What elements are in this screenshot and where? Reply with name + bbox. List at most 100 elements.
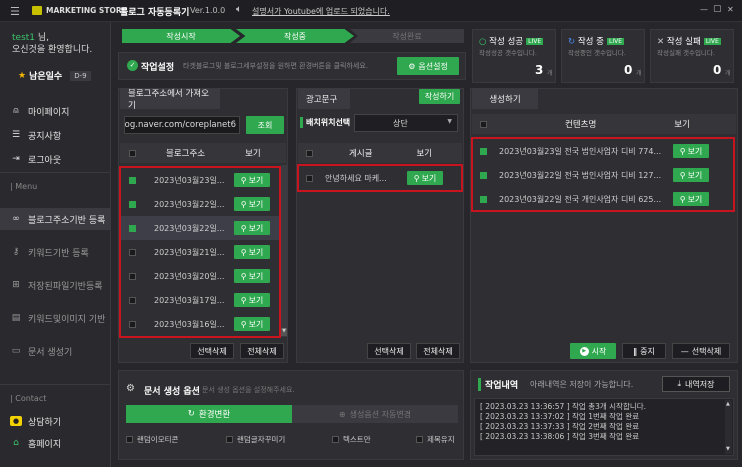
live-badge: LIVE <box>607 38 625 45</box>
view-button[interactable]: ⚲ 보기 <box>407 171 443 185</box>
position-dropdown[interactable]: 상단 ▼ <box>354 114 458 132</box>
sidebar-item-blog-address[interactable]: ∞ 블로그주소기반 등록 <box>0 208 111 230</box>
generate-delete-selected-button[interactable]: — 선택삭제 <box>672 343 730 359</box>
sidebar-item-homepage[interactable]: ⌂ 홈페이지 <box>0 432 111 454</box>
logo-icon <box>32 6 42 15</box>
checkbox[interactable] <box>226 436 233 443</box>
tab-env-convert[interactable]: ↻ 환경변환 <box>126 405 292 423</box>
stat-in-progress: ↻ 작성 중 LIVE 작성중인 갯수입니다. 0 개 <box>561 29 645 83</box>
row-checkbox[interactable] <box>306 174 313 182</box>
brand-label: MARKETING STORE <box>46 6 127 15</box>
ad-delete-all-button[interactable]: 전체삭제 <box>416 343 460 359</box>
maximize-icon[interactable]: ▢ <box>713 4 722 14</box>
row-checkbox[interactable] <box>129 296 136 304</box>
table-row[interactable]: 2023년03월22일... ⚲ 보기 <box>120 192 280 216</box>
select-all-checkbox[interactable] <box>480 120 487 128</box>
checkbox[interactable] <box>332 436 339 443</box>
select-all-checkbox[interactable] <box>306 149 313 157</box>
row-checkbox[interactable] <box>129 248 136 256</box>
table-row[interactable]: 2023년03월21일... ⚲ 보기 <box>120 240 280 264</box>
stop-button[interactable]: ‖ 중지 <box>622 343 666 359</box>
contact-header: | Contact <box>10 394 47 403</box>
env-tab-label: 환경변환 <box>198 410 231 420</box>
blog-url-input[interactable]: og.naver.com/coreplanet6 <box>124 116 240 134</box>
table-row[interactable]: 2023년03월22일 전국 법인사업자 디비 127... ⚲ 보기 <box>472 163 734 187</box>
view-button[interactable]: ⚲ 보기 <box>234 317 270 331</box>
tab-generate[interactable]: 생성하기 <box>472 89 538 109</box>
step-complete: 작성완료 <box>350 29 464 43</box>
table-row[interactable]: 2023년03월17일... ⚲ 보기 <box>120 288 280 312</box>
tab-auto-change[interactable]: ⊕ 생성옵션 자동변경 <box>292 405 458 423</box>
divider <box>0 384 111 385</box>
sidebar-item-notice[interactable]: ☰ 공지사항 <box>0 124 111 146</box>
view-button[interactable]: ⚲ 보기 <box>673 168 709 182</box>
table-row[interactable]: 2023년03월22일 전국 개인사업자 디비 625... ⚲ 보기 <box>472 187 734 211</box>
save-log-button[interactable]: ⤓ 내역저장 <box>662 376 730 392</box>
table-row[interactable]: 안녕하세요 마케... ⚲ 보기 <box>298 166 462 190</box>
scrollbar[interactable] <box>281 165 287 337</box>
search-icon: ⚲ <box>240 247 247 257</box>
search-button[interactable]: 조회 <box>246 116 284 134</box>
view-button[interactable]: ⚲ 보기 <box>673 192 709 206</box>
minimize-icon[interactable]: — <box>700 5 708 14</box>
sidebar-item-doc-generator[interactable]: ▭ 문서 생성기 <box>0 340 111 362</box>
row-checkbox[interactable] <box>129 200 136 208</box>
start-button[interactable]: ▶ 시작 <box>570 343 616 359</box>
blog-delete-all-button[interactable]: 전체삭제 <box>240 343 284 359</box>
gear-icon: ⚙ <box>408 61 416 71</box>
sidebar-item-label: 상담하기 <box>28 417 62 428</box>
view-button[interactable]: ⚲ 보기 <box>673 144 709 158</box>
sidebar-item-keyword-image[interactable]: ▤ 키워드및이미지 기반 <box>0 307 111 329</box>
view-button[interactable]: ⚲ 보기 <box>234 245 270 259</box>
row-checkbox[interactable] <box>480 171 487 179</box>
row-checkbox[interactable] <box>129 320 136 328</box>
option-random-emoticon[interactable]: 랜덤이모티콘 <box>126 434 178 445</box>
view-label: 보기 <box>248 295 264 305</box>
row-checkbox[interactable] <box>480 195 487 203</box>
notice-text[interactable]: 설명서가 Youtube에 업로드 되었습니다. <box>252 6 390 17</box>
option-settings-button[interactable]: ⚙ 옵션설정 <box>397 57 459 75</box>
tab-ad-text[interactable]: 광고문구 <box>298 89 350 109</box>
hamburger-icon[interactable]: ☰ <box>10 5 20 18</box>
row-text: 2023년03월20일... <box>154 271 225 281</box>
sidebar-item-label: 키워드기반 등록 <box>28 248 89 259</box>
select-all-checkbox[interactable] <box>129 149 136 157</box>
key-icon: ⚷ <box>12 247 20 257</box>
table-row[interactable]: 2023년03월22일... ⚲ 보기 <box>120 216 280 240</box>
play-icon: ▶ <box>579 346 589 356</box>
table-row[interactable]: 2023년03월23일... ⚲ 보기 <box>120 168 280 192</box>
scroll-up-arrow[interactable]: ▲ <box>726 401 730 407</box>
option-keep-title[interactable]: 제목유지 <box>416 434 455 445</box>
sidebar-item-saved-file[interactable]: ⊞ 저장된파일기반등록 <box>0 274 111 296</box>
tab-blog-address[interactable]: 블로그주소에서 가져오기 <box>120 89 220 111</box>
checkbox[interactable] <box>416 436 423 443</box>
table-row[interactable]: 2023년03월23일 전국 법인사업자 디비 774... ⚲ 보기 <box>472 139 734 163</box>
row-checkbox[interactable] <box>129 272 136 280</box>
view-button[interactable]: ⚲ 보기 <box>234 293 270 307</box>
row-checkbox[interactable] <box>129 176 136 184</box>
stat-unit: 개 <box>636 70 642 77</box>
sidebar-item-keyword[interactable]: ⚷ 키워드기반 등록 <box>0 241 111 263</box>
row-checkbox[interactable] <box>129 224 136 232</box>
scrollbar-down-arrow[interactable]: ▼ <box>281 328 287 336</box>
option-random-decoration[interactable]: 랜덤글자꾸미기 <box>226 434 285 445</box>
view-button[interactable]: ⚲ 보기 <box>234 221 270 235</box>
close-icon[interactable]: ✕ <box>727 5 734 14</box>
sidebar-item-mypage[interactable]: ⍝ 마이페이지 <box>0 100 111 122</box>
sidebar-item-label: 마이페이지 <box>28 107 70 118</box>
view-button[interactable]: ⚲ 보기 <box>234 173 270 187</box>
blog-delete-selected-button[interactable]: 선택삭제 <box>190 343 234 359</box>
ad-delete-selected-button[interactable]: 선택삭제 <box>367 343 411 359</box>
view-button[interactable]: ⚲ 보기 <box>234 197 270 211</box>
table-row[interactable]: 2023년03월20일... ⚲ 보기 <box>120 264 280 288</box>
checkbox[interactable] <box>126 436 133 443</box>
sidebar-item-consult[interactable]: ● 상담하기 <box>0 410 111 432</box>
sidebar-item-logout[interactable]: ⇥ 로그아웃 <box>0 148 111 170</box>
option-text-only[interactable]: 텍스트만 <box>332 434 371 445</box>
scroll-down-arrow[interactable]: ▼ <box>726 446 730 452</box>
table-row[interactable]: 2023년03월16일... ⚲ 보기 <box>120 312 280 336</box>
view-button[interactable]: ⚲ 보기 <box>234 269 270 283</box>
write-ad-button[interactable]: 작성하기 <box>419 89 460 104</box>
menu-header: | Menu <box>10 182 38 191</box>
row-checkbox[interactable] <box>480 147 487 155</box>
